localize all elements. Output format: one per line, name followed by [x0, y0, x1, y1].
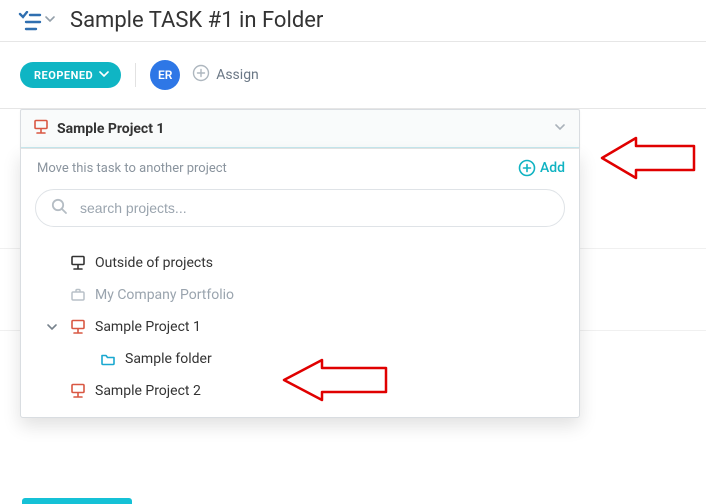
move-hint: Move this task to another project	[37, 161, 227, 176]
folder-icon	[99, 351, 117, 367]
chevron-down-icon[interactable]	[44, 9, 56, 33]
project-name: Sample Project 1	[57, 121, 164, 137]
tree-label: My Company Portfolio	[95, 287, 234, 303]
task-list-icon[interactable]	[18, 11, 42, 31]
add-label: Add	[540, 160, 565, 176]
project-icon	[69, 383, 87, 399]
status-button[interactable]: REOPENED	[20, 62, 121, 88]
plus-circle-icon	[192, 64, 210, 86]
briefcase-icon	[69, 287, 87, 303]
avatar[interactable]: ER	[150, 60, 180, 90]
active-tab-indicator	[22, 498, 132, 504]
title-bar: Sample TASK #1 in Folder	[0, 0, 706, 42]
tree-label: Sample folder	[125, 351, 212, 367]
project-icon	[33, 119, 49, 139]
add-button[interactable]: Add	[518, 159, 565, 177]
tree-item-folder[interactable]: Sample folder	[29, 343, 571, 375]
project-panel-header[interactable]: Sample Project 1	[20, 109, 580, 149]
toolbar: REOPENED ER Assign	[0, 42, 706, 109]
chevron-down-icon[interactable]	[553, 120, 567, 138]
assign-label: Assign	[216, 67, 259, 83]
project-tree: Outside of projects My Company Portfolio…	[21, 241, 579, 407]
assign-button[interactable]: Assign	[192, 64, 259, 86]
avatar-initials: ER	[158, 68, 172, 82]
tree-item-sp1[interactable]: Sample Project 1	[29, 311, 571, 343]
project-dropdown: Move this task to another project Add Ou…	[20, 149, 580, 418]
tree-item-sp2[interactable]: Sample Project 2	[29, 375, 571, 407]
chevron-down-icon[interactable]	[45, 321, 59, 333]
separator	[135, 63, 136, 87]
tree-label: Sample Project 2	[95, 383, 201, 399]
search-box[interactable]	[35, 189, 565, 227]
project-icon	[69, 255, 87, 271]
tree-label: Outside of projects	[95, 255, 213, 271]
task-title[interactable]: Sample TASK #1 in Folder	[70, 8, 323, 33]
search-icon	[50, 197, 68, 219]
tree-label: Sample Project 1	[95, 319, 201, 335]
tree-item-portfolio[interactable]: My Company Portfolio	[29, 279, 571, 311]
project-icon	[69, 319, 87, 335]
search-input[interactable]	[78, 199, 550, 217]
chevron-down-icon	[99, 69, 109, 82]
tree-item-outside[interactable]: Outside of projects	[29, 247, 571, 279]
status-label: REOPENED	[34, 69, 93, 82]
